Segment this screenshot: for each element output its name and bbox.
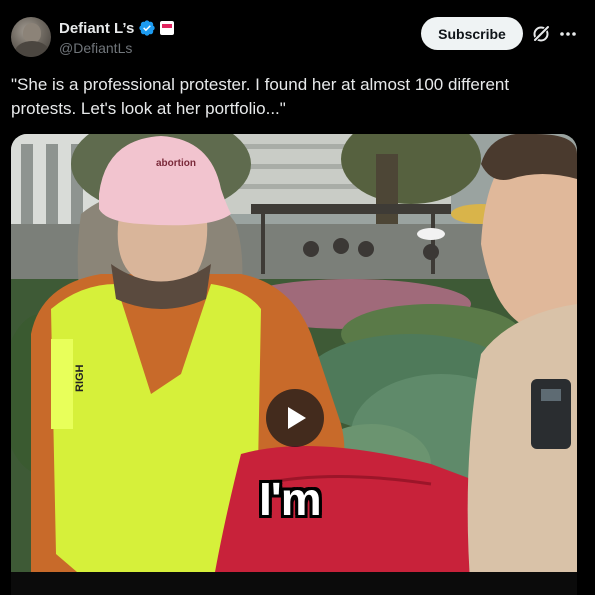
avatar-shoulders	[15, 41, 49, 57]
display-name[interactable]: Defiant L’s	[59, 20, 134, 37]
post-card: Defiant L’s @DefiantLs Subscribe "She is…	[0, 0, 595, 595]
name-row: Defiant L’s	[59, 18, 175, 38]
video-player[interactable]: RIGH abortion I'm	[11, 134, 577, 595]
play-icon	[288, 407, 306, 429]
play-button[interactable]	[266, 389, 324, 447]
handle[interactable]: @DefiantLs	[59, 40, 174, 56]
avatar-head	[23, 23, 41, 43]
more-icon[interactable]	[559, 24, 577, 44]
vest-text: RIGH	[74, 364, 86, 392]
author-info: Defiant L’s @DefiantLs	[59, 18, 175, 56]
video-caption: I'm	[259, 473, 322, 525]
post-text: "She is a professional protester. I foun…	[11, 75, 510, 118]
verified-badge-icon	[139, 20, 155, 36]
avatar[interactable]	[11, 17, 51, 57]
cap-text: abortion	[156, 158, 196, 169]
grok-icon[interactable]	[531, 24, 551, 44]
brand-affiliate-icon[interactable]	[160, 21, 175, 35]
subscribe-button[interactable]: Subscribe	[421, 17, 523, 50]
